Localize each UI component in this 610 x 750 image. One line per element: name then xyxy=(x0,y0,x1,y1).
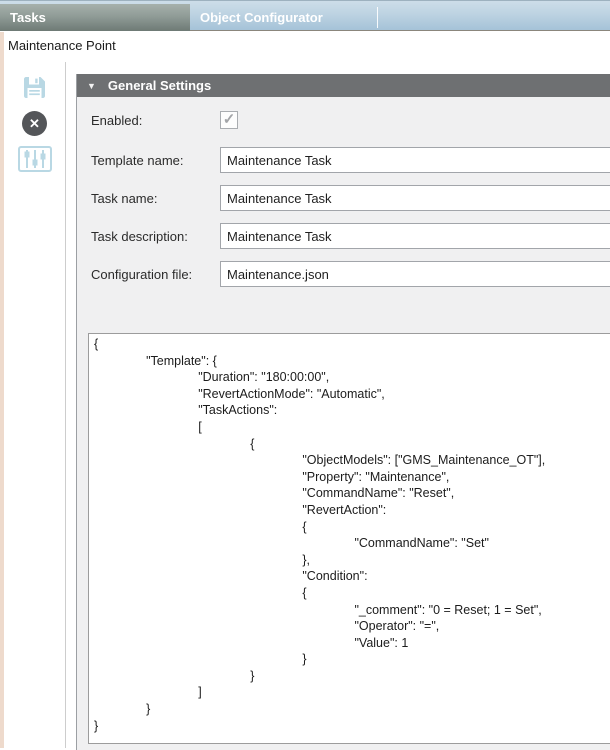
general-settings-header[interactable]: ▼ General Settings xyxy=(77,74,610,97)
template-name-label: Template name: xyxy=(91,153,184,168)
properties-button[interactable] xyxy=(4,146,65,172)
toolbar-separator xyxy=(65,62,66,748)
template-name-input[interactable] xyxy=(220,147,610,173)
tab-object-configurator-label: Object Configurator xyxy=(200,10,323,25)
general-settings-title: General Settings xyxy=(108,78,211,93)
configuration-file-input[interactable] xyxy=(220,261,610,287)
collapse-caret-icon: ▼ xyxy=(87,81,96,91)
configuration-json-editor[interactable]: { "Template": { "Duration": "180:00:00",… xyxy=(88,333,610,744)
tab-object-configurator[interactable]: Object Configurator xyxy=(190,4,377,31)
task-description-label: Task description: xyxy=(91,229,188,244)
enabled-label: Enabled: xyxy=(91,113,142,128)
checkbox-check-icon: ✓ xyxy=(223,112,236,127)
toolbar: ✕ xyxy=(4,62,65,748)
task-description-input[interactable] xyxy=(220,223,610,249)
tab-divider xyxy=(377,7,378,28)
cancel-icon: ✕ xyxy=(22,111,47,136)
enabled-checkbox[interactable]: ✓ xyxy=(220,111,238,129)
sliders-icon xyxy=(18,146,52,172)
save-icon xyxy=(23,76,46,99)
tab-bar: Tasks Object Configurator xyxy=(0,0,610,31)
tab-tasks-label: Tasks xyxy=(10,10,46,25)
breadcrumb: Maintenance Point xyxy=(8,38,116,53)
cancel-icon-glyph: ✕ xyxy=(29,117,40,130)
general-settings-group: ▼ General Settings Enabled: ✓ Template n… xyxy=(76,74,610,750)
task-name-label: Task name: xyxy=(91,191,157,206)
tab-tasks[interactable]: Tasks xyxy=(0,4,190,31)
cancel-button[interactable]: ✕ xyxy=(4,111,65,136)
task-name-input[interactable] xyxy=(220,185,610,211)
configuration-file-label: Configuration file: xyxy=(91,267,192,282)
save-button[interactable] xyxy=(4,76,65,99)
